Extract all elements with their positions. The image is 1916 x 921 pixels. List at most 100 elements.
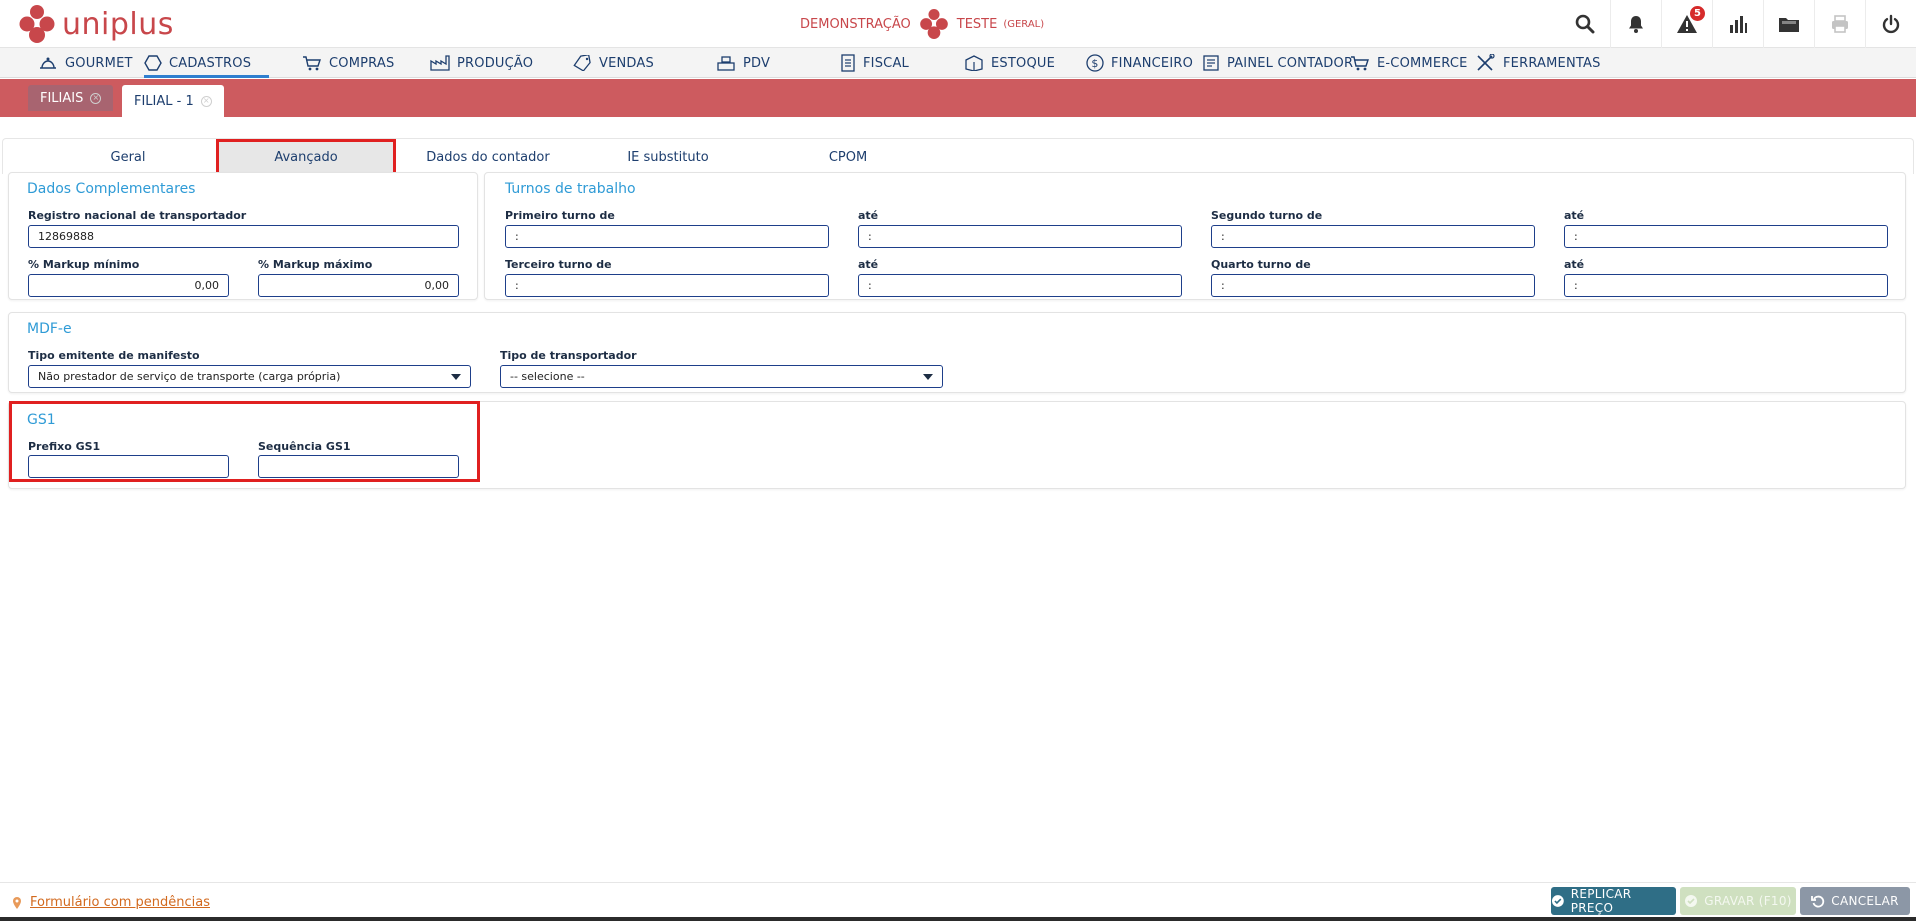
hexagon-icon bbox=[144, 55, 162, 71]
ate-label: até bbox=[858, 258, 879, 271]
quarto-turno-input[interactable]: : bbox=[1211, 274, 1535, 297]
subtab-geral[interactable]: Geral bbox=[48, 139, 208, 175]
top-header: uniplus DEMONSTRAÇÃO TESTE (GERAL) 5 bbox=[0, 0, 1916, 48]
panel-title: Dados Complementares bbox=[27, 181, 196, 197]
search-button[interactable] bbox=[1559, 0, 1610, 48]
tab-filiais[interactable]: FILIAIS × bbox=[28, 85, 114, 111]
transportador-select[interactable]: -- selecione -- bbox=[500, 365, 943, 388]
terceiro-turno-input[interactable]: : bbox=[505, 274, 829, 297]
close-icon[interactable]: × bbox=[200, 95, 212, 107]
document-icon bbox=[841, 54, 855, 72]
ate-label: até bbox=[858, 209, 879, 222]
segundo-turno-label: Segundo turno de bbox=[1211, 209, 1323, 222]
primeiro-turno-input[interactable]: : bbox=[505, 225, 829, 248]
brand-name: uniplus bbox=[62, 6, 174, 42]
uniplus-mini-logo-icon bbox=[919, 9, 948, 39]
emitente-label: Tipo emitente de manifesto bbox=[28, 349, 200, 362]
markup-min-input[interactable]: 0,00 bbox=[28, 274, 229, 297]
gravar-button[interactable]: GRAVAR (F10) bbox=[1680, 887, 1796, 915]
svg-text:$: $ bbox=[1091, 57, 1098, 70]
cancel-button[interactable]: CANCELAR bbox=[1800, 887, 1910, 915]
quarto-turno-label: Quarto turno de bbox=[1211, 258, 1311, 271]
form-footer: Formulário com pendências REPLICAR PREÇO… bbox=[0, 882, 1916, 921]
bottom-strip bbox=[0, 917, 1916, 921]
map-pin-icon bbox=[13, 896, 21, 909]
document-tab-bar: FILIAIS × FILIAL - 1 × bbox=[0, 79, 1916, 117]
register-icon bbox=[717, 56, 735, 71]
alert-count-badge: 5 bbox=[1690, 6, 1705, 21]
menu-item-e-commerce[interactable]: E-COMMERCE bbox=[1350, 48, 1468, 78]
ate-label: até bbox=[1564, 258, 1585, 271]
terceiro-turno-label: Terceiro turno de bbox=[505, 258, 612, 271]
menu-item-producao[interactable]: PRODUÇÃO bbox=[430, 48, 533, 78]
folder-button[interactable] bbox=[1763, 0, 1814, 48]
menu-item-gourmet[interactable]: GOURMET bbox=[38, 48, 133, 78]
primeiro-turno-label: Primeiro turno de bbox=[505, 209, 615, 222]
menu-item-estoque[interactable]: ESTOQUE bbox=[964, 48, 1055, 78]
company-name: DEMONSTRAÇÃO bbox=[800, 16, 911, 32]
reports-button[interactable] bbox=[1712, 0, 1763, 48]
transportador-label: Tipo de transportador bbox=[500, 349, 637, 362]
bar-chart-icon bbox=[1730, 16, 1747, 33]
gs1-highlight-box bbox=[9, 401, 480, 482]
rntrc-label: Registro nacional de transportador bbox=[28, 209, 247, 222]
menu-item-financeiro[interactable]: $ FINANCEIRO bbox=[1086, 48, 1193, 78]
menu-item-ferramentas[interactable]: FERRAMENTAS bbox=[1476, 48, 1601, 78]
subtab-avancado[interactable]: Avançado bbox=[216, 139, 396, 175]
printer-icon bbox=[1832, 15, 1848, 33]
close-icon[interactable]: × bbox=[90, 92, 102, 104]
rntrc-input[interactable]: 12869888 bbox=[28, 225, 459, 248]
tab-filial-1[interactable]: FILIAL - 1 × bbox=[122, 85, 224, 117]
brand-logo[interactable]: uniplus bbox=[18, 2, 174, 46]
subtab-dados-do-contador[interactable]: Dados do contador bbox=[408, 139, 568, 175]
ate-label: até bbox=[1564, 209, 1585, 222]
chevron-down-icon bbox=[451, 373, 461, 380]
emitente-select[interactable]: Não prestador de serviço de transporte (… bbox=[28, 365, 471, 388]
panel-title: MDF-e bbox=[27, 321, 72, 337]
panel-turnos-de-trabalho: Turnos de trabalho Primeiro turno de : a… bbox=[484, 172, 1906, 300]
bell-icon bbox=[1629, 16, 1643, 33]
quarto-turno-ate-input[interactable]: : bbox=[1564, 274, 1888, 297]
gourmet-icon bbox=[40, 57, 56, 69]
dollar-icon: $ bbox=[1086, 54, 1104, 72]
tools-icon bbox=[1477, 54, 1495, 71]
markup-max-input[interactable]: 0,00 bbox=[258, 274, 459, 297]
terceiro-turno-ate-input[interactable]: : bbox=[858, 274, 1182, 297]
user-name: TESTE bbox=[956, 16, 998, 32]
print-button[interactable] bbox=[1814, 0, 1865, 48]
subtab-ie-substituto[interactable]: IE substituto bbox=[588, 139, 748, 175]
session-info: DEMONSTRAÇÃO TESTE (GERAL) bbox=[800, 0, 1044, 48]
menu-item-compras[interactable]: COMPRAS bbox=[302, 48, 394, 78]
primeiro-turno-ate-input[interactable]: : bbox=[858, 225, 1182, 248]
panel-mdfe: MDF-e Tipo emitente de manifesto Não pre… bbox=[8, 312, 1906, 393]
undo-icon bbox=[1811, 895, 1825, 908]
factory-icon bbox=[430, 55, 450, 71]
chevron-down-icon bbox=[923, 373, 933, 380]
logout-button[interactable] bbox=[1865, 0, 1916, 48]
user-role: (GERAL) bbox=[1003, 18, 1045, 30]
menu-item-painel-contador[interactable]: PAINEL CONTADOR bbox=[1202, 48, 1353, 78]
segundo-turno-input[interactable]: : bbox=[1211, 225, 1535, 248]
menu-item-cadastros[interactable]: CADASTROS bbox=[144, 48, 270, 78]
header-actions: 5 bbox=[1559, 0, 1916, 48]
alerts-button[interactable]: 5 bbox=[1661, 0, 1712, 48]
search-icon bbox=[1575, 14, 1594, 34]
uniplus-logo-icon bbox=[19, 5, 55, 43]
main-menu: GOURMET CADASTROS COMPRAS PRODUÇÃO VENDA… bbox=[0, 48, 1916, 78]
panel-title: Turnos de trabalho bbox=[505, 181, 636, 197]
replicar-preco-button[interactable]: REPLICAR PREÇO bbox=[1551, 887, 1676, 915]
check-circle-icon bbox=[1551, 895, 1564, 907]
panel-dados-complementares: Dados Complementares Registro nacional d… bbox=[8, 172, 478, 300]
menu-item-fiscal[interactable]: FISCAL bbox=[840, 48, 909, 78]
menu-item-pdv[interactable]: PDV bbox=[716, 48, 770, 78]
box-icon bbox=[965, 55, 983, 71]
power-icon bbox=[1882, 14, 1900, 34]
subtab-cpom[interactable]: CPOM bbox=[768, 139, 928, 175]
form-subtabs: Geral Avançado Dados do contador IE subs… bbox=[2, 138, 1914, 175]
pending-form-link[interactable]: Formulário com pendências bbox=[12, 895, 210, 910]
segundo-turno-ate-input[interactable]: : bbox=[1564, 225, 1888, 248]
folder-icon bbox=[1779, 18, 1799, 32]
notifications-button[interactable] bbox=[1610, 0, 1661, 48]
panel-icon bbox=[1203, 55, 1219, 71]
menu-item-vendas[interactable]: VENDAS bbox=[572, 48, 654, 78]
